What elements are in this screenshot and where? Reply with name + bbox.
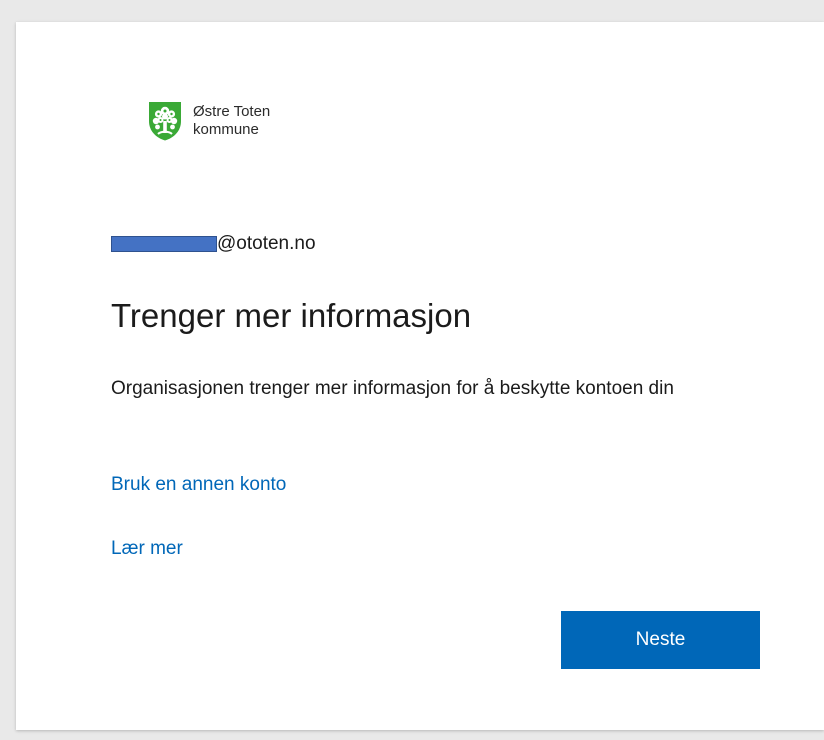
org-name-line2: kommune: [193, 121, 259, 138]
next-button[interactable]: Neste: [561, 611, 760, 669]
use-other-account-link[interactable]: Bruk en annen konto: [111, 473, 286, 497]
coat-of-arms-tree-icon: [148, 101, 182, 141]
org-name-line1: Østre Toten: [193, 103, 271, 120]
email-domain: @ototen.no: [217, 233, 316, 254]
org-logo: Østre Toten kommune: [148, 101, 270, 141]
redacted-username: [111, 236, 217, 252]
page-description: Organisasjonen trenger mer informasjon f…: [111, 378, 674, 399]
learn-more-link[interactable]: Lær mer: [111, 537, 183, 561]
sign-in-card: Østre Toten kommune @ototen.no Trenger m…: [16, 22, 824, 730]
page-title: Trenger mer informasjon: [111, 297, 472, 334]
org-name: Østre Toten kommune: [193, 103, 270, 139]
account-identity: @ototen.no: [111, 230, 316, 258]
